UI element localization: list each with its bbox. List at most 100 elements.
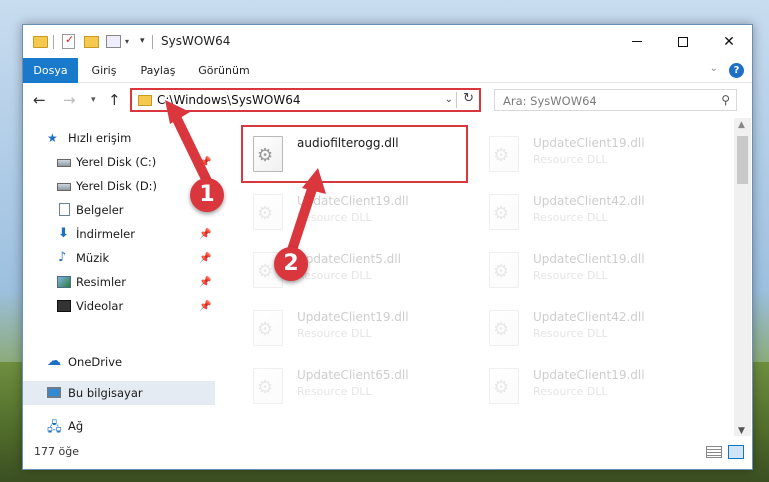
computer-icon bbox=[47, 387, 61, 398]
sidebar-item-label: Müzik bbox=[76, 251, 110, 265]
pin-icon: 📌 bbox=[199, 276, 212, 288]
sidebar-item-videos[interactable]: Videolar 📌 bbox=[23, 294, 215, 318]
address-path[interactable]: C:\Windows\SysWOW64 bbox=[157, 93, 301, 107]
address-dropdown-icon[interactable]: ⌄ bbox=[445, 94, 453, 105]
gear-icon: ⚙ bbox=[493, 203, 510, 224]
file-item[interactable]: ⚙ UpdateClient42.dll Resource DLL bbox=[479, 300, 709, 358]
sidebar-item-this-pc[interactable]: Bu bilgisayar bbox=[23, 381, 215, 405]
file-name: UpdateClient19.dll bbox=[297, 194, 409, 208]
tab-file[interactable]: Dosya bbox=[23, 58, 78, 83]
window-title: SysWOW64 bbox=[161, 34, 231, 48]
scroll-down-icon[interactable]: ▼ bbox=[738, 426, 745, 436]
expand-ribbon-icon[interactable]: ⌄ bbox=[710, 63, 718, 74]
network-icon: 🖧 bbox=[47, 420, 62, 435]
sidebar-item-label: Ağ bbox=[68, 419, 84, 433]
sidebar-item-label: İndirmeler bbox=[76, 227, 135, 241]
gear-icon: ⚙ bbox=[257, 203, 274, 224]
file-name: UpdateClient65.dll bbox=[297, 368, 409, 382]
file-item[interactable]: ⚙ UpdateClient19.dll Resource DLL bbox=[479, 358, 709, 416]
sidebar-item-onedrive[interactable]: ☁ OneDrive bbox=[23, 350, 215, 374]
file-name: UpdateClient19.dll bbox=[533, 368, 645, 382]
close-button[interactable]: ✕ bbox=[706, 25, 752, 58]
dll-file-icon: ⚙ bbox=[253, 310, 283, 346]
status-bar: 177 öğe bbox=[23, 436, 752, 469]
maximize-icon bbox=[678, 36, 688, 47]
back-arrow-icon[interactable]: ← bbox=[33, 91, 46, 109]
sidebar-item-label: Hızlı erişim bbox=[68, 131, 132, 145]
sidebar-item-documents[interactable]: Belgeler bbox=[23, 198, 215, 222]
file-item[interactable]: ⚙ UpdateClient19.dll Resource DLL bbox=[243, 300, 473, 358]
customize-toolbar-icon[interactable]: ▾ bbox=[140, 36, 145, 52]
file-item[interactable]: ⚙ UpdateClient42.dll Resource DLL bbox=[479, 184, 709, 242]
search-icon[interactable]: ⚲ bbox=[721, 93, 730, 107]
tiles-view-icon[interactable] bbox=[728, 445, 744, 459]
file-type: Resource DLL bbox=[533, 153, 608, 166]
file-name: UpdateClient42.dll bbox=[533, 194, 645, 208]
file-item[interactable]: ⚙ UpdateClient19.dll Resource DLL bbox=[479, 126, 709, 184]
search-placeholder: Ara: SysWOW64 bbox=[503, 94, 597, 108]
sidebar-item-downloads[interactable]: ⬇ İndirmeler 📌 bbox=[23, 222, 215, 246]
sidebar-item-quick-access[interactable]: ★ Hızlı erişim bbox=[23, 126, 215, 150]
details-view-icon[interactable] bbox=[706, 446, 722, 458]
file-type: Resource DLL bbox=[533, 327, 608, 340]
new-folder-icon[interactable] bbox=[84, 36, 99, 48]
pin-icon: 📌 bbox=[199, 228, 212, 240]
dll-file-icon: ⚙ bbox=[489, 194, 519, 230]
vertical-scrollbar[interactable]: ▲ ▼ bbox=[734, 118, 751, 438]
callout-2-badge: 2 bbox=[274, 247, 308, 281]
title-bar: ▾ ▾ SysWOW64 ✕ bbox=[23, 25, 752, 58]
navigation-pane: ★ Hızlı erişim Yerel Disk (C:) 📌 Yerel D… bbox=[23, 118, 215, 438]
gear-icon: ⚙ bbox=[493, 145, 510, 166]
folder-icon bbox=[138, 95, 152, 106]
pin-icon: 📌 bbox=[199, 252, 212, 264]
file-type: Resource DLL bbox=[297, 385, 372, 398]
maximize-button[interactable] bbox=[660, 25, 706, 58]
help-icon[interactable]: ? bbox=[729, 63, 744, 78]
star-icon: ★ bbox=[47, 131, 58, 145]
sidebar-item-label: Bu bilgisayar bbox=[68, 386, 143, 400]
properties-check-icon[interactable] bbox=[62, 33, 75, 49]
ribbon-tabs: Dosya Giriş Paylaş Görünüm ⌄ ? bbox=[23, 58, 752, 83]
title-separator bbox=[152, 35, 153, 49]
scrollbar-thumb[interactable] bbox=[737, 136, 748, 184]
scroll-up-icon[interactable]: ▲ bbox=[738, 120, 745, 130]
dll-file-icon: ⚙ bbox=[489, 136, 519, 172]
picture-icon bbox=[57, 276, 71, 288]
sidebar-item-label: OneDrive bbox=[68, 355, 123, 369]
sidebar-item-music[interactable]: ♪ Müzik 📌 bbox=[23, 246, 215, 270]
file-name: UpdateClient19.dll bbox=[297, 310, 409, 324]
address-separator bbox=[456, 92, 457, 108]
file-item[interactable]: ⚙ UpdateClient19.dll Resource DLL bbox=[243, 184, 473, 242]
recent-locations-icon[interactable]: ▾ bbox=[91, 95, 96, 105]
refresh-icon[interactable]: ↻ bbox=[463, 91, 474, 106]
sidebar-item-local-disk-d[interactable]: Yerel Disk (D:) bbox=[23, 174, 215, 198]
gear-icon: ⚙ bbox=[493, 261, 510, 282]
chevron-down-icon[interactable]: ▾ bbox=[125, 37, 129, 53]
sidebar-item-local-disk-c[interactable]: Yerel Disk (C:) 📌 bbox=[23, 150, 215, 174]
file-type: Resource DLL bbox=[297, 269, 372, 282]
file-item[interactable]: ⚙ UpdateClient19.dll Resource DLL bbox=[479, 242, 709, 300]
up-arrow-icon[interactable]: ↑ bbox=[108, 91, 121, 109]
file-item[interactable]: ⚙ UpdateClient65.dll Resource DLL bbox=[243, 358, 473, 416]
tab-view[interactable]: Görünüm bbox=[195, 58, 253, 83]
sidebar-item-network[interactable]: 🖧 Ağ bbox=[23, 414, 215, 438]
properties-icon[interactable] bbox=[106, 35, 121, 48]
tab-share[interactable]: Paylaş bbox=[135, 58, 181, 83]
sidebar-item-label: Resimler bbox=[76, 275, 126, 289]
sidebar-item-pictures[interactable]: Resimler 📌 bbox=[23, 270, 215, 294]
gear-icon: ⚙ bbox=[493, 319, 510, 340]
tab-home[interactable]: Giriş bbox=[85, 58, 123, 83]
search-input[interactable]: Ara: SysWOW64 ⚲ bbox=[494, 89, 737, 111]
minimize-button[interactable] bbox=[614, 25, 660, 58]
file-name: UpdateClient19.dll bbox=[533, 136, 645, 150]
dll-file-icon: ⚙ bbox=[253, 194, 283, 230]
pin-icon: 📌 bbox=[199, 300, 212, 312]
forward-arrow-icon[interactable]: → bbox=[63, 91, 76, 109]
address-bar[interactable]: C:\Windows\SysWOW64 ⌄ ↻ bbox=[130, 88, 481, 112]
callout-1-badge: 1 bbox=[190, 178, 224, 212]
minimize-icon bbox=[632, 41, 642, 42]
file-name: UpdateClient19.dll bbox=[533, 252, 645, 266]
sidebar-item-label: Videolar bbox=[76, 299, 124, 313]
gear-icon: ⚙ bbox=[257, 261, 274, 282]
drive-icon bbox=[57, 183, 71, 191]
